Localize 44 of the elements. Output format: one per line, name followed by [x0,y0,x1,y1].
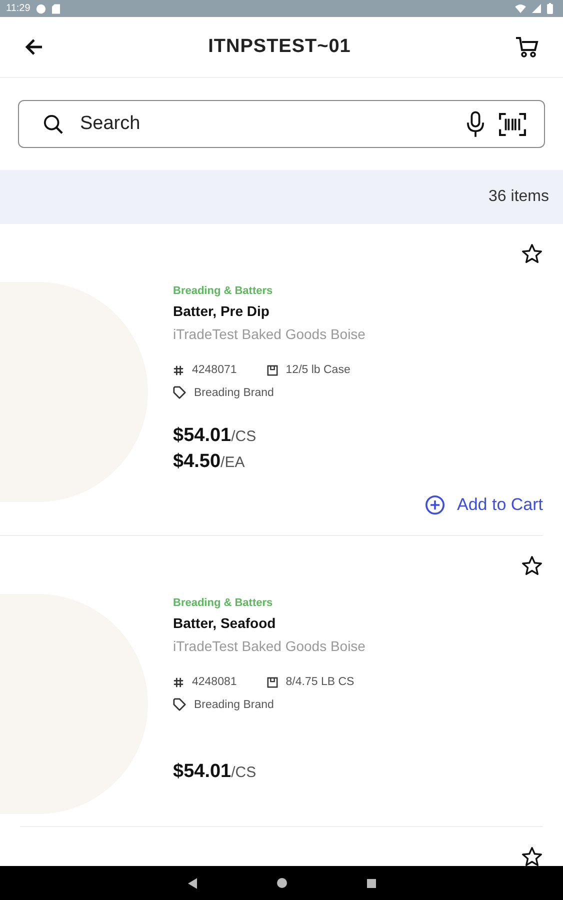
search-icon [43,114,64,134]
status-time: 11:29 [6,3,30,14]
product-code: 4248081 [192,676,237,688]
price: $4.50/EA [173,450,246,474]
page-title: ITNPSTEST~01 [207,36,352,58]
barcode-scanner-icon[interactable] [499,112,526,136]
tag-icon [173,386,186,399]
plus-circle-icon [425,495,445,515]
back-arrow-icon[interactable] [24,37,44,57]
cart-icon[interactable] [515,35,539,59]
pack-size: 8/4.75 LB CS [286,676,354,688]
pack-size: 12/5 lb Case [286,364,350,376]
sd-card-icon [52,4,60,14]
brand-name: Breading Brand [194,698,274,710]
product-code: 4248071 [192,364,237,376]
back-icon[interactable] [188,878,196,888]
product-category: Breading & Batters [173,597,274,609]
supplier-name: iTradeTest Baked Goods Boise [173,638,366,654]
tag-icon [173,698,186,711]
product-name: Batter, Pre Dip [173,303,270,319]
box-icon [266,364,278,376]
hash-icon [173,676,184,688]
search-field[interactable]: Search [18,100,545,148]
box-icon [266,676,278,688]
price: $54.01/CS [173,760,258,784]
home-icon[interactable] [276,878,286,888]
add-to-cart-button[interactable]: Add to Cart [425,495,543,515]
star-icon[interactable] [521,243,543,265]
item-count: 36 items [488,188,549,206]
product-name: Batter, Seafood [173,615,277,631]
recents-icon[interactable] [366,878,376,888]
supplier-name: iTradeTest Baked Goods Boise [173,326,366,342]
brand-name: Breading Brand [194,386,274,398]
price: $54.01/CS [173,424,258,448]
battery-icon [547,3,553,14]
search-input[interactable]: Search [78,112,452,136]
signal-icon [532,4,541,13]
star-icon[interactable] [521,555,543,577]
wifi-icon [515,4,526,13]
microphone-icon[interactable] [466,110,485,138]
notification-icon [36,4,46,14]
hash-icon [173,364,184,376]
star-icon[interactable] [521,846,543,866]
product-category: Breading & Batters [173,285,274,297]
